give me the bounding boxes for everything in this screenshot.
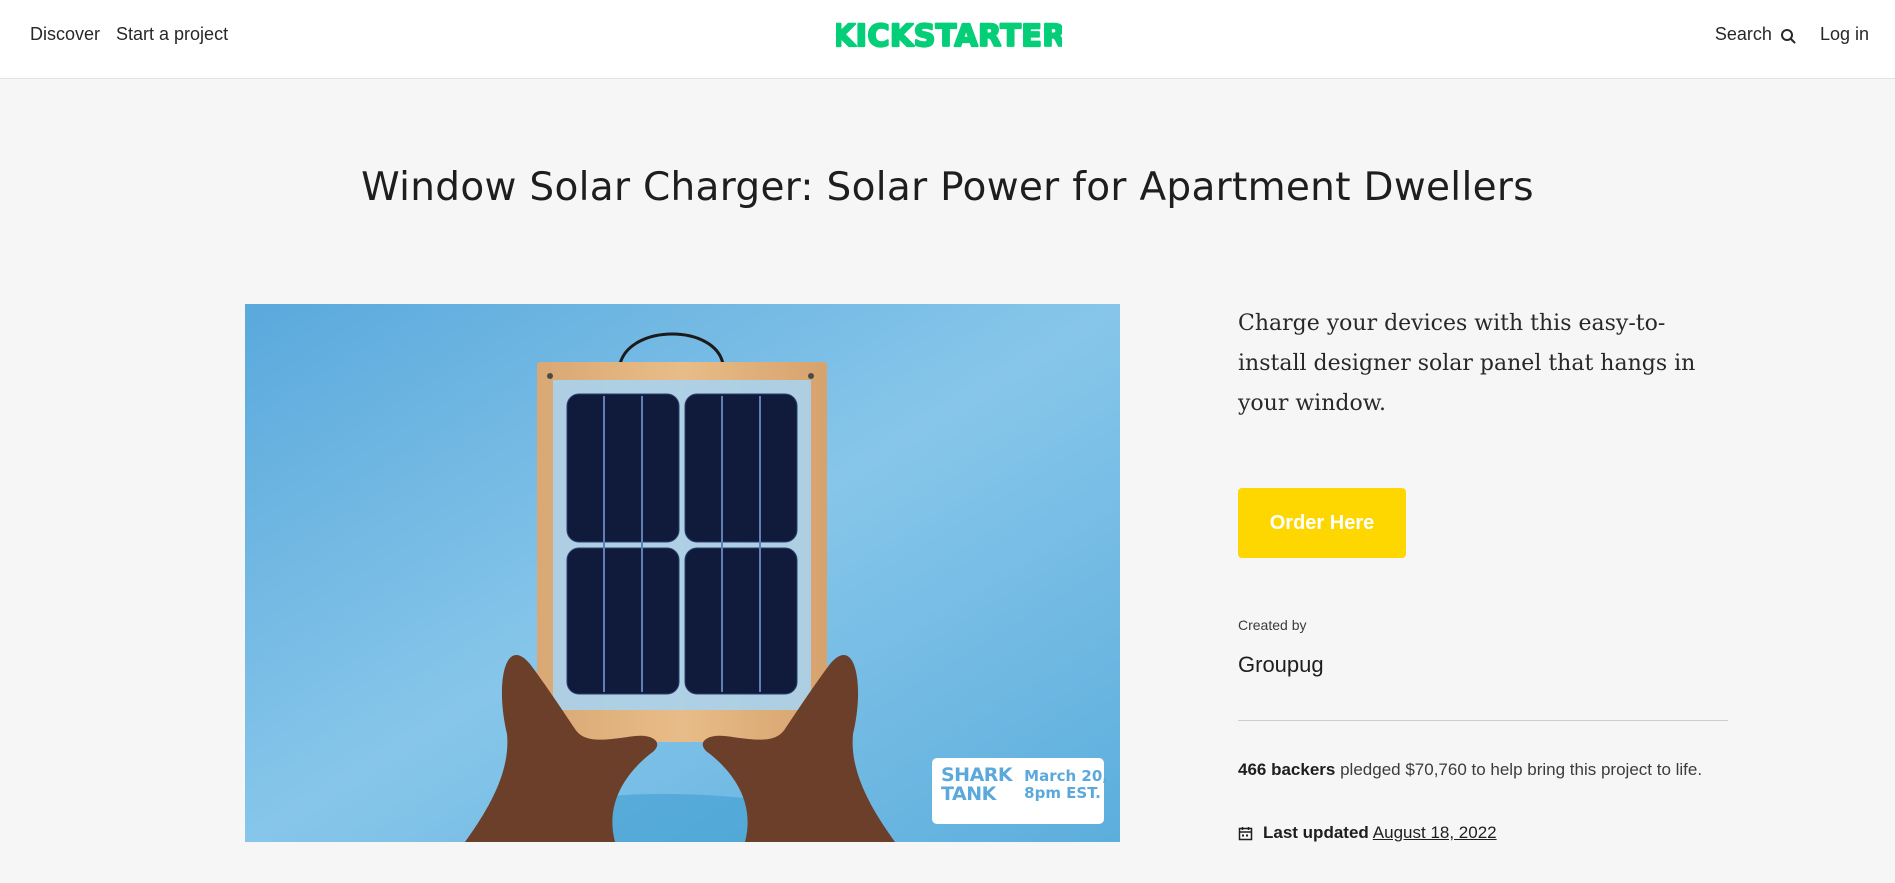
pledge-text: pledged $70,760 to help bring this proje…	[1335, 760, 1703, 779]
last-updated: Last updated August 18, 2022	[1238, 823, 1497, 843]
last-updated-label: Last updated	[1263, 823, 1369, 842]
nav-right: Search Log in	[1715, 24, 1869, 45]
shark-tank-line2: TANK	[941, 783, 996, 805]
funding-stats: 466 backers pledged $70,760 to help brin…	[1238, 758, 1728, 782]
air-date-line2: 8pm EST.	[1024, 784, 1101, 802]
start-project-link[interactable]: Start a project	[116, 24, 228, 45]
last-updated-date[interactable]: August 18, 2022	[1373, 823, 1497, 843]
backers-count: 466 backers	[1238, 760, 1336, 779]
creator-name[interactable]: Groupug	[1238, 652, 1324, 678]
search-button[interactable]: Search	[1715, 24, 1796, 45]
calendar-icon	[1238, 826, 1253, 840]
discover-link[interactable]: Discover	[30, 24, 100, 45]
top-navigation-bar: Discover Start a project KICKSTARTER Sea…	[0, 0, 1895, 79]
search-label: Search	[1714, 24, 1772, 44]
search-icon	[1780, 29, 1796, 44]
logo-text: KICKSTARTER	[836, 19, 1062, 51]
project-sidebar: Charge your devices with this easy-to-in…	[1238, 304, 1728, 842]
solar-panel-photo	[245, 304, 1120, 842]
shark-tank-badge: SHARK TANK March 20, 8pm EST.	[941, 766, 1108, 804]
project-hero-image[interactable]: SHARK TANK March 20, 8pm EST.	[245, 304, 1120, 842]
project-blurb: Charge your devices with this easy-to-in…	[1238, 311, 1696, 416]
order-here-button[interactable]: Order Here	[1238, 488, 1406, 558]
air-date-line1: March 20,	[1024, 767, 1108, 785]
login-link[interactable]: Log in	[1820, 24, 1869, 45]
divider	[1238, 720, 1728, 721]
created-by-label: Created by	[1238, 617, 1307, 633]
kickstarter-logo[interactable]: KICKSTARTER	[836, 19, 1062, 51]
nav-left: Discover Start a project	[30, 24, 228, 45]
project-title: Window Solar Charger: Solar Power for Ap…	[361, 165, 1534, 210]
